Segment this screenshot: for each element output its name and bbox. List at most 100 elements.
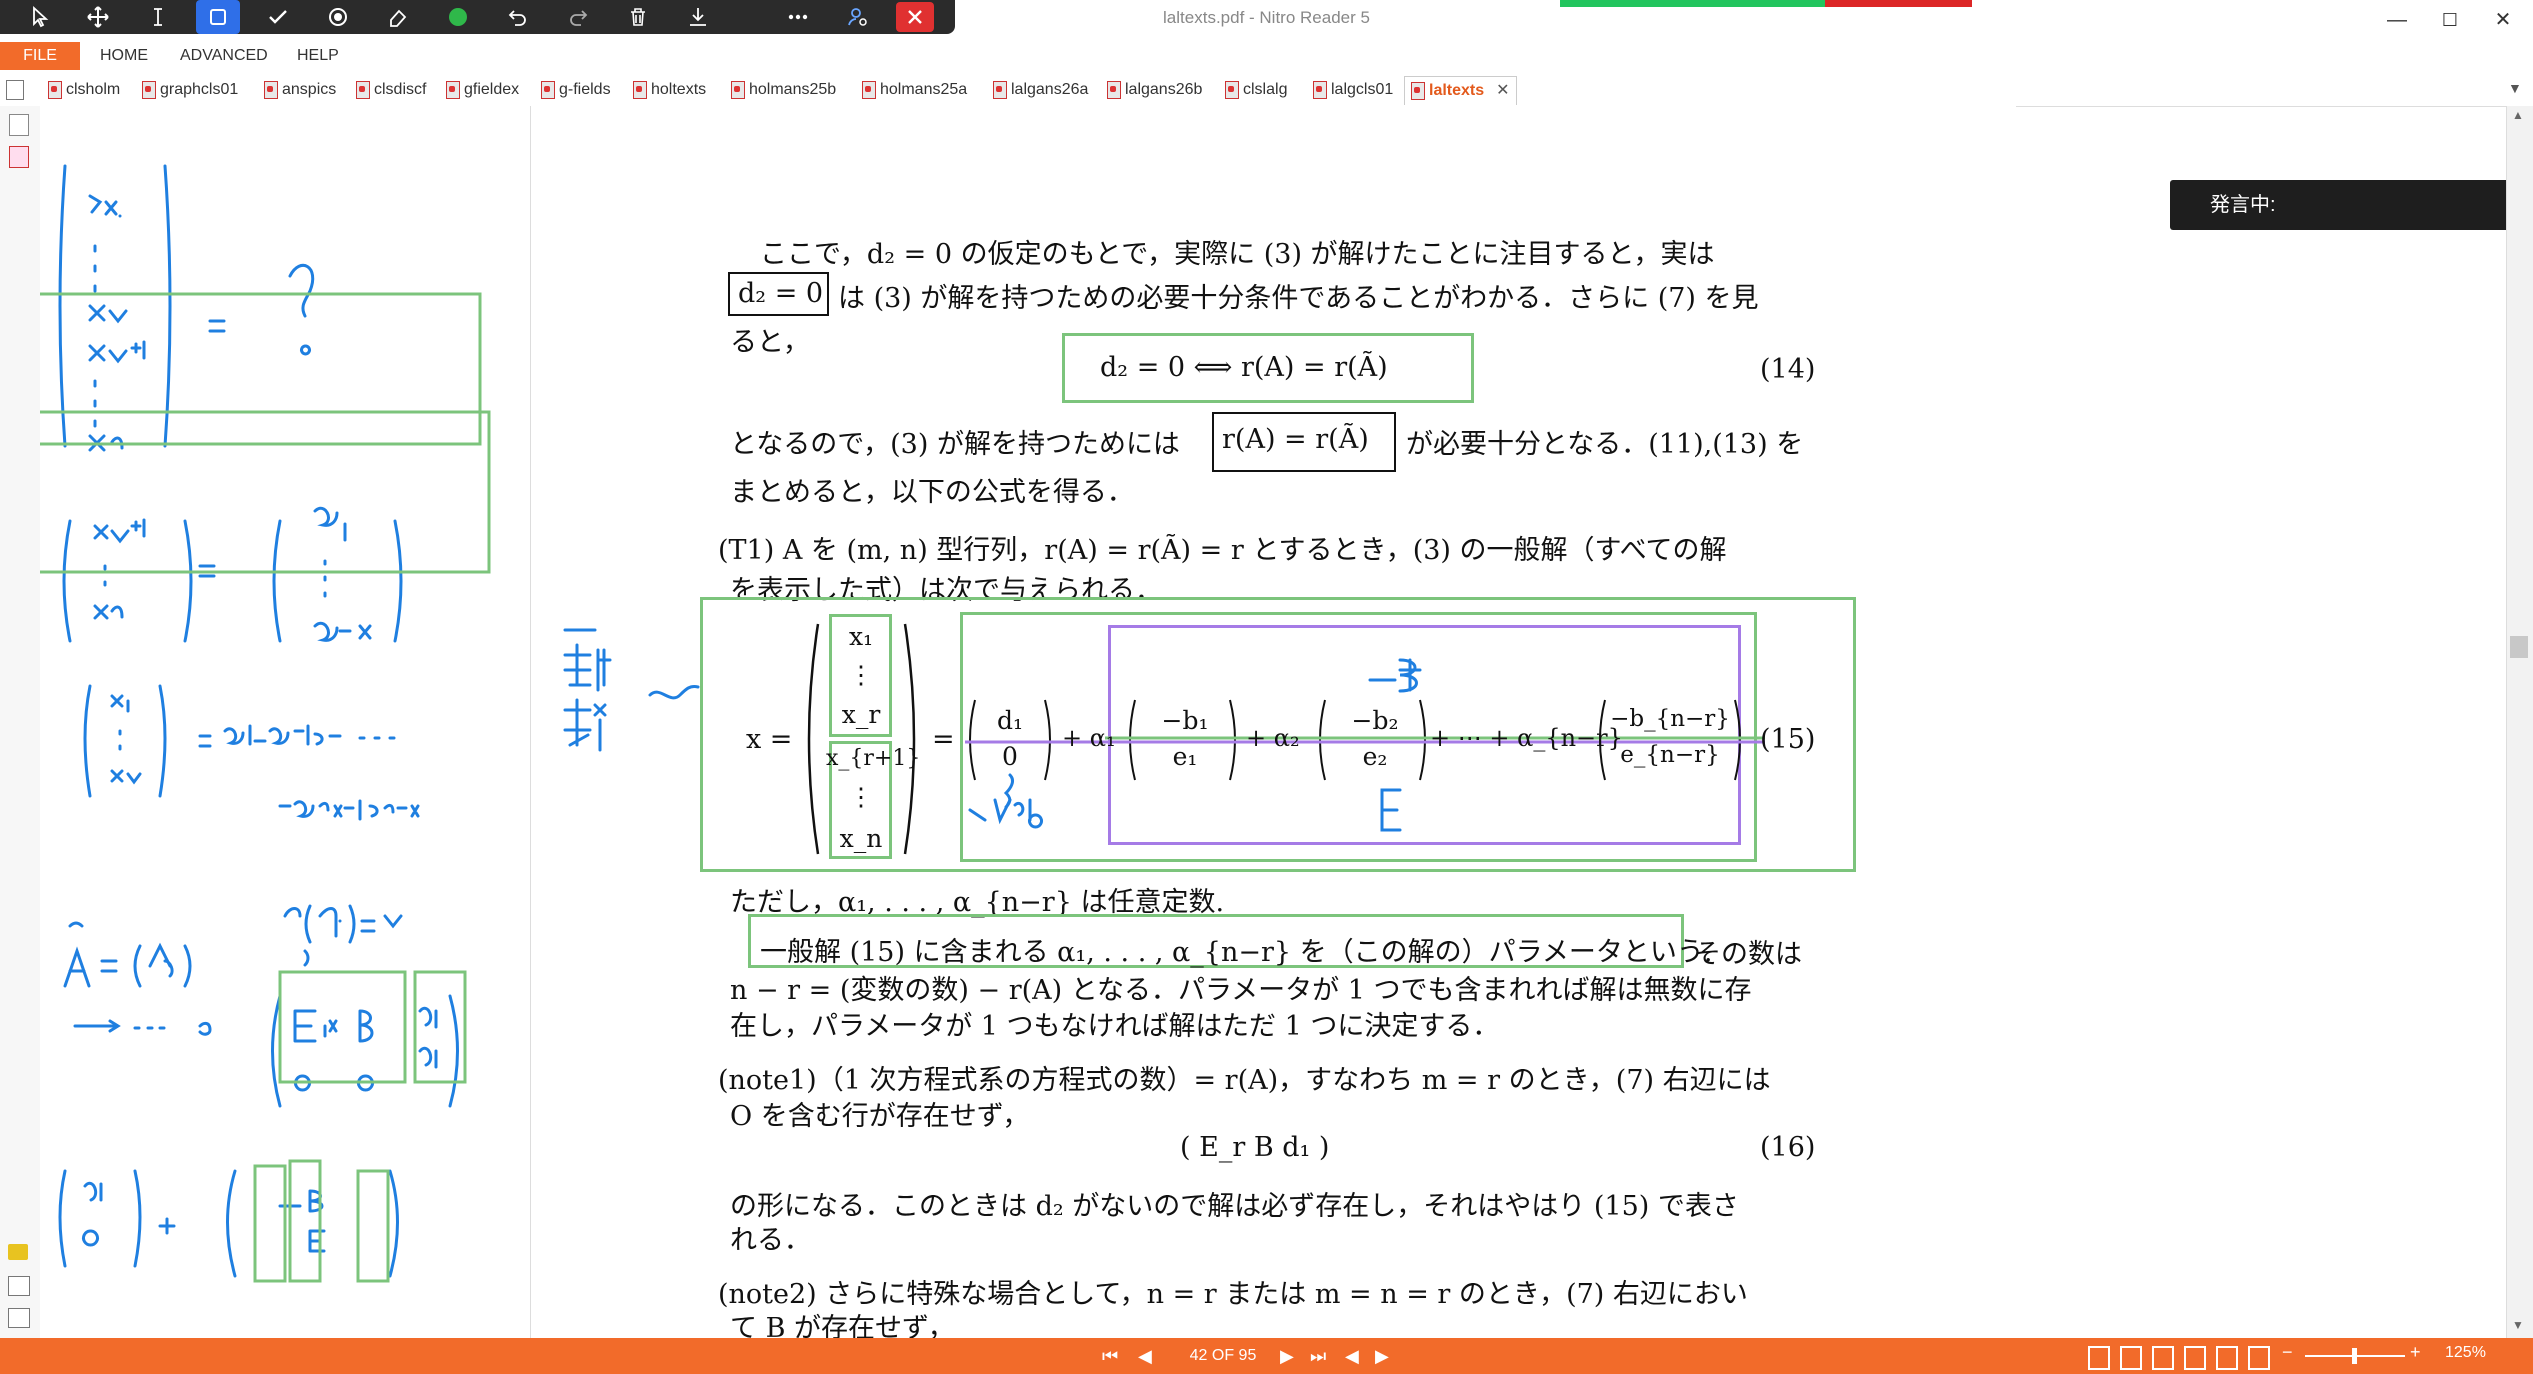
pdf-icon	[356, 81, 370, 99]
boxed-rank-condition-text: r(A) = r(Ã)	[1222, 424, 1369, 455]
close-window-button[interactable]: ✕	[2478, 4, 2528, 36]
tab-clslalg[interactable]: clslalg	[1225, 76, 1287, 104]
pdf-icon	[1313, 81, 1327, 99]
bookmark-panel-icon[interactable]	[9, 114, 29, 136]
paragraph-2-line-2: まとめると，以下の公式を得る．	[730, 477, 1134, 508]
tab-lalgans26b[interactable]: lalgans26b	[1107, 76, 1202, 104]
signature-icon[interactable]	[8, 1308, 30, 1328]
vertical-scrollbar[interactable]	[2506, 106, 2533, 1338]
menu-home[interactable]: HOME	[100, 42, 148, 70]
paragraph-2-line-1-end: が必要十分となる．(11),(13) を	[1406, 429, 1804, 460]
boxed-condition-text: d₂ = 0	[738, 278, 824, 309]
move-tool-icon[interactable]	[76, 0, 120, 34]
equation-14-number: (14)	[1760, 354, 1816, 385]
pdf-icon	[993, 81, 1007, 99]
pdf-icon	[142, 81, 156, 99]
zoom-in-button[interactable]: +	[2410, 1342, 2421, 1363]
maximize-button[interactable]: ☐	[2425, 4, 2475, 36]
prev-page-icon[interactable]: ◀	[1138, 1342, 1152, 1370]
handwritten-notes	[40, 164, 491, 1283]
close-toolbar-icon[interactable]	[896, 2, 934, 32]
redo-icon[interactable]	[556, 0, 600, 34]
tab-lalgcls01[interactable]: lalgcls01	[1313, 76, 1393, 104]
progress-green	[1560, 0, 1825, 7]
fit-page-icon[interactable]	[2248, 1346, 2270, 1370]
fit-width-icon[interactable]	[2216, 1346, 2238, 1370]
last-page-icon[interactable]: ⏭	[1310, 1342, 1326, 1370]
back-view-icon[interactable]: ◀	[1345, 1342, 1359, 1370]
menu-file[interactable]: FILE	[0, 42, 80, 70]
tab-holtexts[interactable]: holtexts	[633, 76, 706, 104]
text-cursor-icon[interactable]	[136, 0, 180, 34]
color-picker-icon[interactable]	[436, 0, 480, 34]
menu-help[interactable]: HELP	[297, 42, 339, 70]
single-page-view-icon[interactable]	[2088, 1346, 2110, 1370]
paragraph-4-line-3: 在し，パラメータが 1 つもなければ解はただ 1 つに決定する．	[730, 1011, 1500, 1042]
menu-advanced[interactable]: ADVANCED	[180, 42, 268, 70]
paragraph-4-line-1-end: その数は	[1694, 939, 1802, 970]
pages-panel-icon[interactable]	[9, 146, 29, 168]
parameter-definition: 一般解 (15) に含まれる α₁, . . . , α_{n−r} を（この解…	[760, 937, 1713, 968]
download-icon[interactable]	[676, 0, 720, 34]
rectangle-tool-icon[interactable]	[196, 0, 240, 34]
paragraph-1-line-3: ると，	[730, 327, 810, 358]
pdf-icon	[633, 81, 647, 99]
continuous-view-icon[interactable]	[2120, 1346, 2142, 1370]
paragraph-4-line-2: n − r = (変数の数) − r(A) となる．パラメータが 1 つでも含ま…	[730, 975, 1752, 1006]
speaking-overlay: 発言中:	[2170, 180, 2512, 230]
scrollbar-thumb[interactable]	[2510, 636, 2528, 658]
pdf-icon	[264, 81, 278, 99]
pdf-icon	[731, 81, 745, 99]
zoom-out-button[interactable]: −	[2282, 1342, 2293, 1363]
highlighter-icon[interactable]	[316, 0, 360, 34]
pdf-icon	[446, 81, 460, 99]
minimize-button[interactable]: —	[2372, 4, 2422, 36]
zoom-slider-thumb[interactable]	[2352, 1348, 2357, 1364]
tab-holmans25a[interactable]: holmans25a	[862, 76, 967, 104]
tab-gfieldex[interactable]: gfieldex	[446, 76, 519, 104]
pdf-icon	[48, 81, 62, 99]
note-1-line-4: れる．	[730, 1225, 811, 1256]
page-number-field[interactable]: 42 OF 95	[1178, 1340, 1268, 1372]
more-icon[interactable]	[776, 0, 820, 34]
note-1-line-3: の形になる．このときは d₂ がないので解は必ず存在し，それはやはり (15) …	[730, 1191, 1739, 1222]
trash-icon[interactable]	[616, 0, 660, 34]
next-page-icon[interactable]: ▶	[1280, 1342, 1294, 1370]
check-tool-icon[interactable]	[256, 0, 300, 34]
tab-overflow-icon[interactable]: ▼	[2508, 80, 2522, 96]
eraser-icon[interactable]	[376, 0, 420, 34]
pointer-tool-icon[interactable]	[18, 0, 62, 34]
tab-clsdiscf[interactable]: clsdiscf	[356, 76, 426, 104]
page-ink-annotations	[563, 628, 1422, 832]
attachment-icon[interactable]	[8, 1276, 30, 1296]
tab-clsholm[interactable]: clsholm	[48, 76, 120, 104]
page-view-icon[interactable]	[6, 80, 24, 100]
tab-holmans25b[interactable]: holmans25b	[731, 76, 836, 104]
user-settings-icon[interactable]	[836, 0, 880, 34]
facing-view-icon[interactable]	[2152, 1346, 2174, 1370]
note-1-line-2: O を含む行が存在せず，	[730, 1101, 1030, 1132]
progress-red	[1825, 0, 1972, 7]
zoom-level[interactable]: 125%	[2445, 1344, 2486, 1362]
comment-icon[interactable]	[8, 1244, 28, 1260]
equation-14: d₂ = 0 ⟺ r(A) = r(Ã)	[1100, 352, 1388, 383]
equation-16: ( E_r B d₁ )	[1180, 1132, 1330, 1163]
left-rail	[0, 106, 41, 1338]
scroll-up-icon[interactable]: ▲	[2512, 108, 2524, 122]
paragraph-1-line-1: ここで，d₂ = 0 の仮定のもとで，実際に (3) が解けたことに注目すると，…	[760, 239, 1715, 270]
first-page-icon[interactable]: ⏮	[1102, 1342, 1118, 1370]
tab-g-fields[interactable]: g-fields	[541, 76, 611, 104]
scroll-down-icon[interactable]: ▼	[2512, 1318, 2524, 1332]
forward-view-icon[interactable]: ▶	[1375, 1342, 1389, 1370]
pdf-icon	[1225, 81, 1239, 99]
tab-laltexts[interactable]: laltexts ✕	[1404, 76, 1517, 105]
facing-continuous-icon[interactable]	[2184, 1346, 2206, 1370]
tab-anspics[interactable]: anspics	[264, 76, 336, 104]
tab-graphcls01[interactable]: graphcls01	[142, 76, 238, 104]
equation-16-number: (16)	[1760, 1132, 1816, 1163]
paragraph-1-line-2: は (3) が解を持つための必要十分条件であることがわかる．さらに (7) を見	[838, 283, 1759, 314]
undo-icon[interactable]	[496, 0, 540, 34]
tab-close-icon[interactable]: ✕	[1496, 77, 1509, 105]
tab-lalgans26a[interactable]: lalgans26a	[993, 76, 1088, 104]
paragraph-2-line-1-start: となるので，(3) が解を持つためには	[730, 429, 1180, 460]
